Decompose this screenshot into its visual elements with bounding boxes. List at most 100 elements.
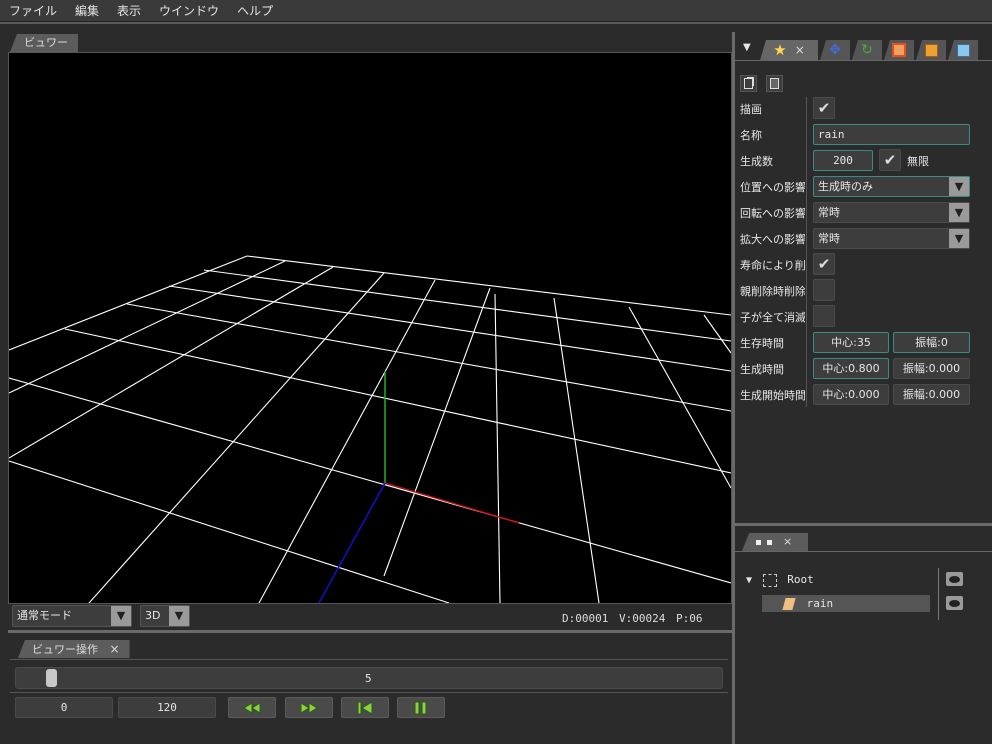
panel-splitter[interactable] — [8, 630, 732, 633]
tab-viewer[interactable]: ビュワー — [10, 34, 78, 52]
remove-on-children-checkbox[interactable] — [813, 305, 835, 327]
end-frame-input[interactable]: 120 — [118, 697, 216, 718]
fast-forward-button[interactable] — [285, 697, 333, 718]
life-center-field[interactable]: 中心:35 — [813, 332, 889, 353]
rot-influence-value: 常時 — [818, 206, 840, 219]
stat-p: P:06 — [676, 612, 703, 625]
panel-menu-icon[interactable]: ▼ — [743, 42, 751, 53]
pos-influence-select[interactable]: 生成時のみ ▼ — [813, 176, 970, 197]
close-icon[interactable]: × — [783, 535, 792, 548]
frame-slider-handle[interactable] — [46, 669, 57, 687]
box-blue-icon — [956, 43, 970, 57]
divider — [735, 551, 992, 552]
remove-on-parent-checkbox[interactable] — [813, 279, 835, 301]
name-field[interactable]: rain — [813, 124, 970, 145]
infinite-label: 無限 — [907, 155, 929, 168]
viewport-3d[interactable] — [8, 52, 732, 604]
draw-checkbox[interactable]: ✔ — [813, 97, 835, 119]
tree-row-root[interactable]: ▼ Root — [746, 571, 936, 588]
eye-icon — [949, 575, 960, 583]
scale-icon — [892, 43, 906, 57]
node-tree-icon — [766, 540, 772, 545]
expand-arrow-icon[interactable]: ▼ — [746, 575, 752, 586]
tab-rotation[interactable]: ↻ — [852, 40, 882, 60]
menubar: ファイル 編集 表示 ウインドウ ヘルプ — [0, 0, 992, 22]
ground-grid — [8, 255, 732, 604]
tab-scale[interactable] — [884, 40, 914, 60]
count-field[interactable]: 200 — [813, 150, 873, 171]
stat-v: V:00024 — [619, 612, 666, 625]
gen-time-center-field[interactable]: 中心:0.800 — [813, 358, 889, 379]
close-icon[interactable]: × — [795, 43, 805, 57]
gen-start-center-field[interactable]: 中心:0.000 — [813, 384, 889, 405]
root-node-icon — [762, 573, 777, 587]
copy-icon — [744, 78, 753, 89]
label-remove-on-life: 寿命により削除 — [740, 259, 805, 272]
visibility-toggle-rain[interactable] — [946, 596, 963, 610]
visibility-toggle-root[interactable] — [946, 572, 963, 586]
pos-influence-value: 生成時のみ — [818, 180, 873, 193]
label-pos-influence: 位置への影響 — [740, 181, 805, 194]
remove-on-life-checkbox[interactable]: ✔ — [813, 253, 835, 275]
tab-properties[interactable]: ★ × — [760, 40, 818, 60]
skip-to-start-button[interactable] — [341, 697, 389, 718]
copy-button[interactable] — [740, 75, 757, 92]
rotate-icon: ↻ — [861, 42, 873, 58]
mode-select-value: 通常モード — [17, 609, 72, 622]
grid-canvas — [8, 255, 732, 604]
gen-time-amplitude-field[interactable]: 振幅:0.000 — [893, 358, 970, 379]
menu-view[interactable]: 表示 — [108, 0, 150, 22]
chevron-down-icon: ▼ — [949, 203, 969, 222]
tab-viewer-ops[interactable]: ビュワー操作 × — [18, 640, 130, 658]
label-count: 生成数 — [740, 155, 773, 168]
tab-viewer-ops-label: ビュワー操作 — [32, 643, 98, 656]
paste-icon — [770, 78, 779, 89]
label-life: 生存時間 — [740, 337, 784, 350]
infinite-checkbox[interactable]: ✔ — [879, 149, 901, 171]
pause-icon — [414, 701, 427, 714]
menu-edit[interactable]: 編集 — [66, 0, 108, 22]
pause-button[interactable] — [397, 697, 445, 718]
node-tree-icon — [756, 540, 761, 545]
divider — [10, 692, 728, 693]
close-icon[interactable]: × — [110, 642, 120, 656]
paste-button[interactable] — [766, 75, 783, 92]
check-icon: ✔ — [883, 151, 897, 169]
fast-forward-icon — [300, 701, 318, 714]
menu-help[interactable]: ヘルプ — [228, 0, 282, 22]
vertical-splitter[interactable] — [732, 32, 735, 744]
label-gen-time: 生成時間 — [740, 363, 784, 376]
rewind-button[interactable] — [228, 697, 276, 718]
scale-influence-select[interactable]: 常時 ▼ — [813, 228, 970, 249]
gen-start-amplitude-field[interactable]: 振幅:0.000 — [893, 384, 970, 405]
menu-window[interactable]: ウインドウ — [150, 0, 228, 22]
label-rot-influence: 回転への影響 — [740, 207, 805, 220]
mode-select[interactable]: 通常モード ▼ — [12, 605, 132, 627]
dimension-select-value: 3D — [145, 609, 161, 622]
eye-icon — [949, 599, 960, 607]
move-icon: ✥ — [829, 42, 841, 58]
label-gen-start: 生成開始時間 — [740, 389, 805, 402]
tab-renderer[interactable] — [916, 40, 946, 60]
chevron-down-icon: ▼ — [949, 229, 969, 248]
frame-slider-value: 5 — [365, 672, 372, 685]
life-amplitude-field[interactable]: 振幅:0 — [893, 332, 970, 353]
start-frame-input[interactable]: 0 — [15, 697, 113, 718]
tab-texture[interactable] — [948, 40, 978, 60]
tree-row-rain[interactable]: rain — [762, 595, 930, 612]
check-icon: ✔ — [817, 255, 831, 273]
rain-label: rain — [806, 597, 834, 610]
tab-node-tree[interactable]: × — [742, 533, 808, 551]
stat-d: D:00001 — [562, 612, 609, 625]
column-divider — [806, 97, 807, 407]
rewind-icon — [243, 701, 261, 714]
root-label: Root — [787, 573, 814, 586]
box-orange-icon — [924, 43, 938, 57]
right-panel-splitter[interactable] — [735, 523, 992, 526]
rot-influence-select[interactable]: 常時 ▼ — [813, 202, 970, 223]
chevron-down-icon: ▼ — [169, 606, 189, 626]
tab-location[interactable]: ✥ — [820, 40, 850, 60]
menu-file[interactable]: ファイル — [0, 0, 66, 22]
dimension-select[interactable]: 3D ▼ — [140, 605, 190, 627]
divider — [735, 60, 992, 61]
